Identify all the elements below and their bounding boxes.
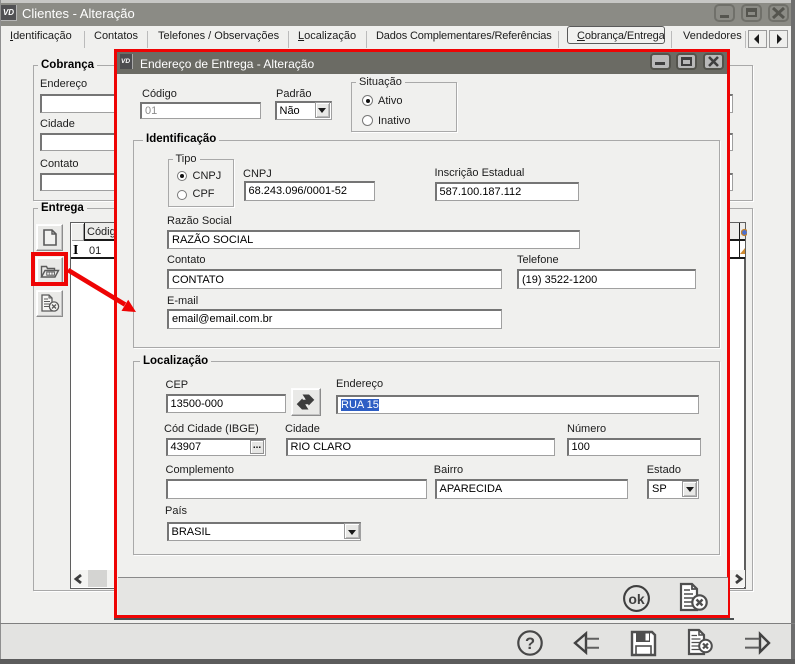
svg-text:ok: ok (628, 591, 645, 607)
svg-text:?: ? (525, 635, 535, 653)
